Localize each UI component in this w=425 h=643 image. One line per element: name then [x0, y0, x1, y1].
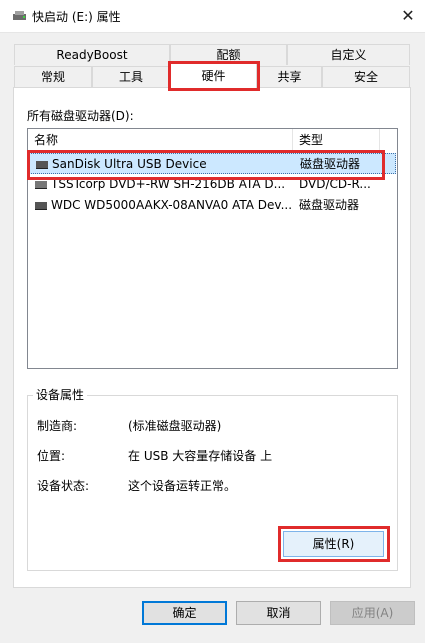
- tab-sharing[interactable]: 共享: [257, 66, 322, 87]
- properties-button-highlight: [278, 526, 390, 562]
- apply-button[interactable]: 应用(A): [330, 601, 415, 625]
- device-properties-title: 设备属性: [33, 386, 88, 403]
- cancel-button[interactable]: 取消: [236, 601, 321, 625]
- ok-button[interactable]: 确定: [142, 601, 227, 625]
- tab-general[interactable]: 常规: [14, 66, 92, 87]
- device-status-label: 设备状态:: [37, 479, 90, 493]
- hardware-tab-highlight: [168, 61, 260, 91]
- disk-row-wdc[interactable]: WDC WD5000AAKX-08ANVA0 ATA Dev... 磁盘驱动器: [29, 195, 396, 216]
- column-header-type[interactable]: 类型: [293, 129, 380, 152]
- tab-security[interactable]: 安全: [322, 66, 410, 87]
- close-button[interactable]: ✕: [398, 6, 418, 26]
- title-bar: 快启动 (E:) 属性 ✕: [0, 0, 425, 32]
- selected-row-highlight: [27, 150, 385, 180]
- hard-drive-icon: [35, 202, 47, 210]
- close-icon: ✕: [401, 6, 415, 25]
- device-status-value: 这个设备运转正常。: [128, 479, 237, 493]
- window-title: 快启动 (E:) 属性: [32, 10, 121, 24]
- tab-tools[interactable]: 工具: [92, 66, 170, 87]
- location-label: 位置:: [37, 449, 66, 463]
- tab-customize[interactable]: 自定义: [287, 44, 410, 65]
- manufacturer-value: (标准磁盘驱动器): [128, 419, 222, 433]
- location-value: 在 USB 大容量存储设备 上: [128, 449, 273, 463]
- disk-list-label: 所有磁盘驱动器(D):: [27, 109, 134, 123]
- tab-readyboost[interactable]: ReadyBoost: [14, 44, 170, 65]
- drive-icon: [13, 11, 26, 20]
- manufacturer-label: 制造商:: [37, 419, 78, 433]
- optical-drive-icon: [35, 181, 47, 189]
- column-header-name[interactable]: 名称: [28, 129, 293, 152]
